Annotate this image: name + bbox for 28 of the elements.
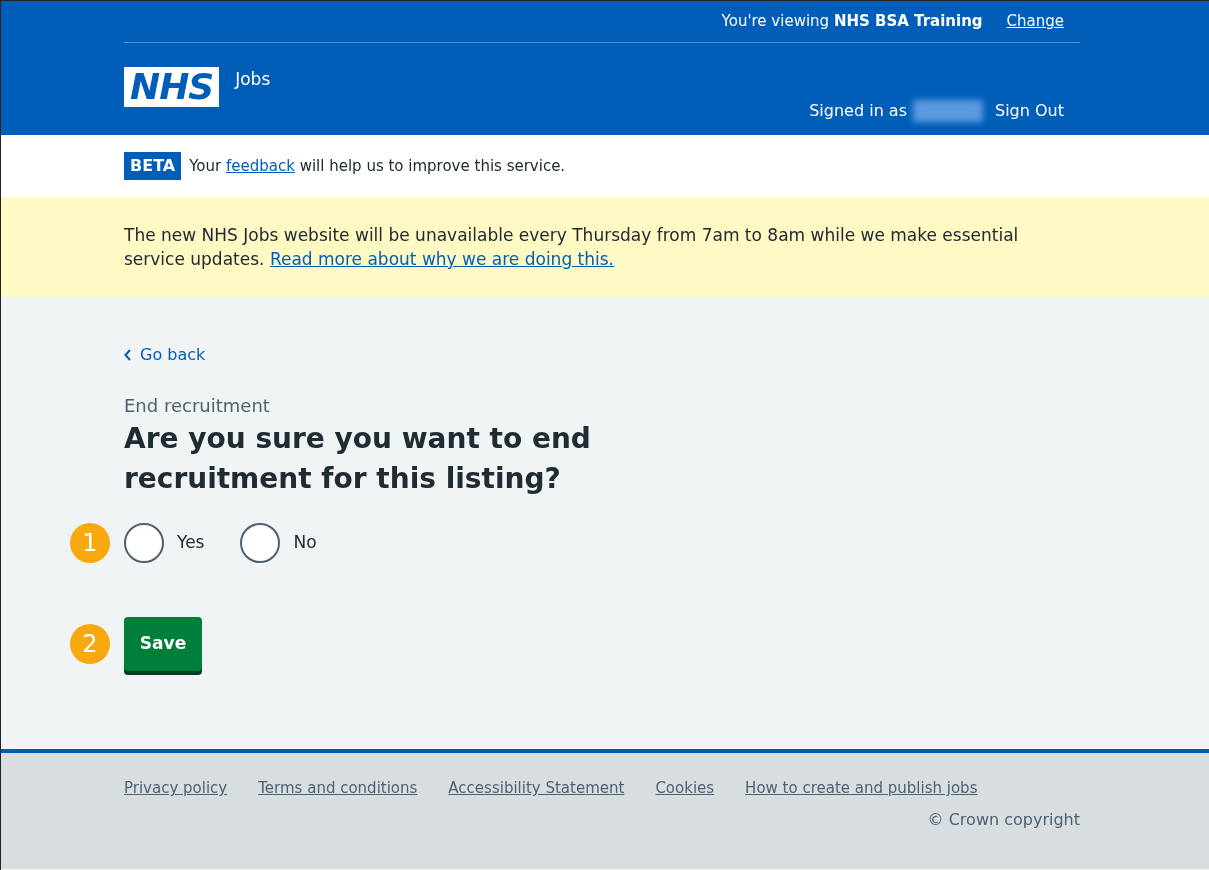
sign-out-link[interactable]: Sign Out [995,99,1064,123]
signed-in-label: Signed in as [809,100,907,122]
footer-link[interactable]: Privacy policy [124,777,228,800]
radio-label[interactable]: Yes [177,530,205,556]
copyright-text: © Crown copyright [926,808,1080,831]
service-notice: The new NHS Jobs website will be unavailable every Thursday from 7am to 8am while we make essential service updates. Read more about why we are doing this. [124,224,1020,271]
footer-link[interactable]: Cookies [655,777,715,800]
feedback-message: Your feedback will help us to improve this service. [189,155,566,177]
caption: End recruitment [124,394,271,418]
footer-link[interactable]: Accessibility Statement [448,777,625,800]
go-back-link[interactable]: Go back [124,343,206,367]
chevron-left-icon [124,349,132,361]
question-heading: Are you sure you want to end recruitment for this listing? [124,421,592,497]
footer-link[interactable]: Terms and conditions [258,777,418,800]
change-link[interactable]: Change [1006,10,1064,33]
callout-number: 2 [70,624,110,664]
radio-button[interactable] [240,523,281,563]
radio-button[interactable] [124,523,164,563]
radio-label[interactable]: No [293,530,317,556]
service-name: Jobs [235,68,271,91]
footer-link[interactable]: How to create and publish jobs [745,777,978,800]
nhs-logo[interactable]: NHS [124,67,220,107]
redacted-username [913,100,983,122]
beta-tag: BETA [124,152,182,180]
feedback-link[interactable]: feedback [226,156,295,175]
viewing-organisation-text: You're viewing NHS BSA Training [721,11,983,33]
callout-number: 1 [70,523,110,563]
read-more-link[interactable]: Read more about why we are doing this. [269,249,614,269]
